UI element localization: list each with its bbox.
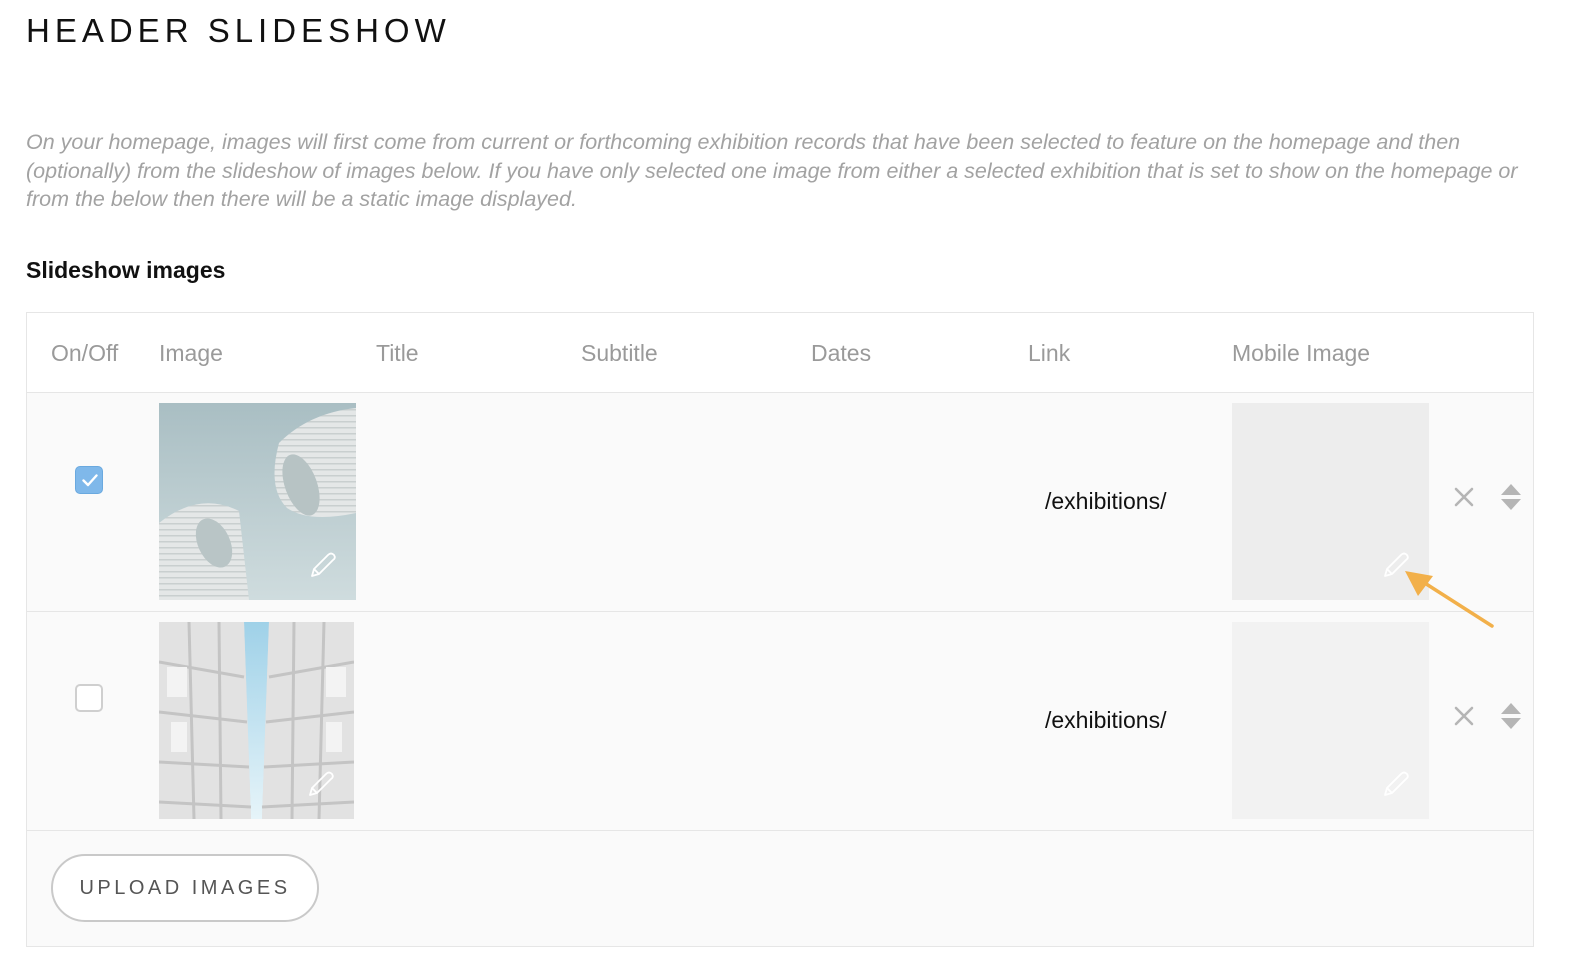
page: HEADER SLIDESHOW On your homepage, image… [0,0,1590,980]
section-label: Slideshow images [26,257,226,283]
check-icon [82,474,98,487]
column-header-subtitle: Subtitle [581,340,658,366]
on-off-checkbox[interactable] [75,466,103,494]
page-title: HEADER SLIDESHOW [26,12,451,49]
slide-image-thumbnail[interactable] [159,403,356,600]
column-header-mobile-image: Mobile Image [1232,340,1371,366]
table-header: On/Off Image Title Subtitle Dates Link M… [27,313,1533,393]
close-icon[interactable] [1452,485,1476,509]
upload-images-button[interactable]: UPLOAD IMAGES [51,854,319,922]
pencil-icon[interactable] [308,550,338,580]
mobile-image-slot[interactable] [1232,622,1429,819]
close-icon[interactable] [1452,704,1476,728]
column-header-link: Link [1028,340,1071,366]
on-off-checkbox[interactable] [75,684,103,712]
column-header-on-off: On/Off [51,340,119,366]
slide-image-thumbnail[interactable] [159,622,354,819]
pencil-icon[interactable] [1381,769,1411,799]
sort-icon[interactable] [1500,483,1522,511]
link-cell: /exhibitions/ [1045,488,1167,514]
link-cell: /exhibitions/ [1045,707,1167,733]
sort-icon[interactable] [1500,702,1522,730]
column-header-dates: Dates [811,340,872,366]
column-header-image: Image [159,340,223,366]
column-header-title: Title [376,340,419,366]
arrow-annotation [1405,571,1494,628]
slideshow-table: On/Off Image Title Subtitle Dates Link M… [26,312,1534,947]
pencil-icon[interactable] [306,769,336,799]
table-row: /exhibitions/ [27,393,1533,612]
table-row: /exhibitions/ [27,612,1533,831]
intro-text: On your homepage, images will first come… [26,130,1518,211]
